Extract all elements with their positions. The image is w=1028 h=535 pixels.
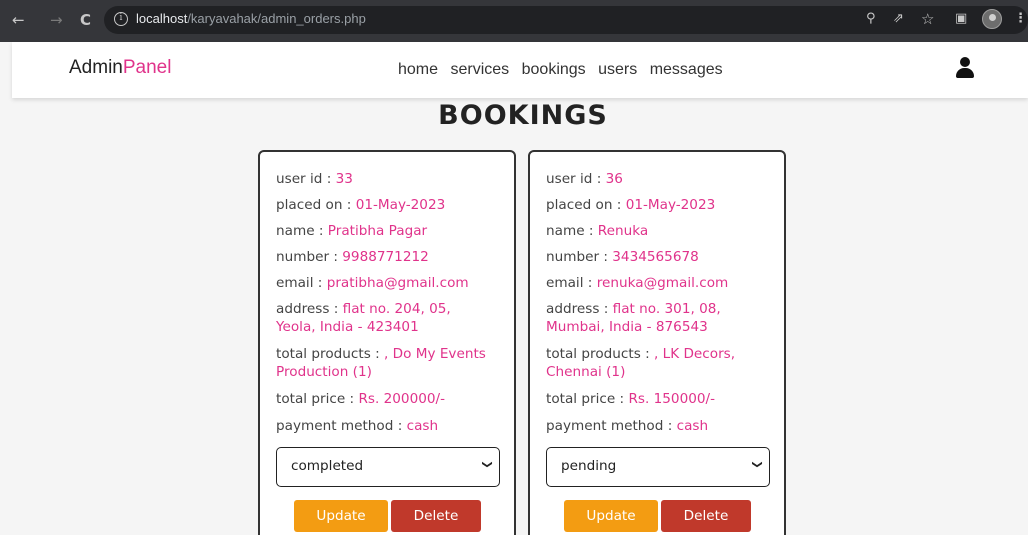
- zoom-icon[interactable]: ⚲: [866, 10, 876, 28]
- profile-avatar-icon[interactable]: [982, 9, 1002, 29]
- number-row: number : 3434565678: [546, 249, 699, 265]
- update-button[interactable]: Update: [294, 500, 388, 532]
- logo[interactable]: AdminPanel: [69, 57, 171, 79]
- email-row: email : pratibha@gmail.com: [276, 275, 469, 291]
- nav-home[interactable]: home: [398, 61, 438, 78]
- address-bar[interactable]: i localhost/karyavahak/admin_orders.php: [104, 6, 1028, 34]
- placed-on-row: placed on : 01-May-2023: [546, 197, 716, 213]
- total-price-row: total price : Rs. 150000/-: [546, 391, 716, 407]
- app-header: AdminPanel home services bookings users …: [12, 42, 1028, 98]
- back-arrow-icon[interactable]: ←: [12, 10, 25, 30]
- number-row: number : 9988771212: [276, 249, 429, 265]
- delete-button[interactable]: Delete: [661, 500, 751, 532]
- delete-button[interactable]: Delete: [391, 500, 481, 532]
- nav-services[interactable]: services: [450, 61, 509, 78]
- order-card: user id : 33 placed on : 01-May-2023 nam…: [258, 150, 516, 535]
- address-row: address : flat no. 204, 05, Yeola, India…: [276, 301, 451, 335]
- url-text: localhost/karyavahak/admin_orders.php: [136, 11, 366, 26]
- page-title: BOOKINGS: [438, 100, 608, 131]
- address-row: address : flat no. 301, 08, Mumbai, Indi…: [546, 301, 721, 335]
- share-icon[interactable]: ⇗: [893, 10, 904, 28]
- total-products-row: total products : , Do My Events Producti…: [276, 346, 486, 380]
- update-button[interactable]: Update: [564, 500, 658, 532]
- name-row: name : Pratibha Pagar: [276, 223, 428, 239]
- order-card: user id : 36 placed on : 01-May-2023 nam…: [528, 150, 786, 535]
- payment-method-row: payment method : cash: [546, 418, 709, 434]
- payment-method-row: payment method : cash: [276, 418, 439, 434]
- forward-arrow-icon[interactable]: →: [50, 10, 63, 30]
- placed-on-row: placed on : 01-May-2023: [276, 197, 446, 213]
- chevron-down-icon: ❯: [751, 460, 763, 469]
- nav-bookings[interactable]: bookings: [522, 61, 586, 78]
- status-select[interactable]: pending ❯: [546, 447, 770, 487]
- browser-chrome: ← → C i localhost/karyavahak/admin_order…: [0, 0, 1028, 42]
- nav-messages[interactable]: messages: [650, 61, 723, 78]
- total-price-row: total price : Rs. 200000/-: [276, 391, 446, 407]
- total-products-row: total products : , LK Decors, Chennai (1…: [546, 346, 736, 380]
- status-select[interactable]: completed ❯: [276, 447, 500, 487]
- user-icon[interactable]: [955, 56, 975, 80]
- main-nav: home services bookings users messages: [398, 61, 731, 79]
- user-id-row: user id : 36: [546, 171, 623, 187]
- side-panel-icon[interactable]: ▣: [955, 10, 967, 28]
- nav-users[interactable]: users: [598, 61, 637, 78]
- menu-kebab-icon[interactable]: ⋮: [1014, 10, 1027, 28]
- chevron-down-icon: ❯: [481, 460, 493, 469]
- reload-icon[interactable]: C: [80, 10, 91, 30]
- name-row: name : Renuka: [546, 223, 649, 239]
- email-row: email : renuka@gmail.com: [546, 275, 729, 291]
- bookmark-star-icon[interactable]: ☆: [921, 10, 934, 28]
- user-id-row: user id : 33: [276, 171, 353, 187]
- site-info-icon[interactable]: i: [114, 12, 128, 26]
